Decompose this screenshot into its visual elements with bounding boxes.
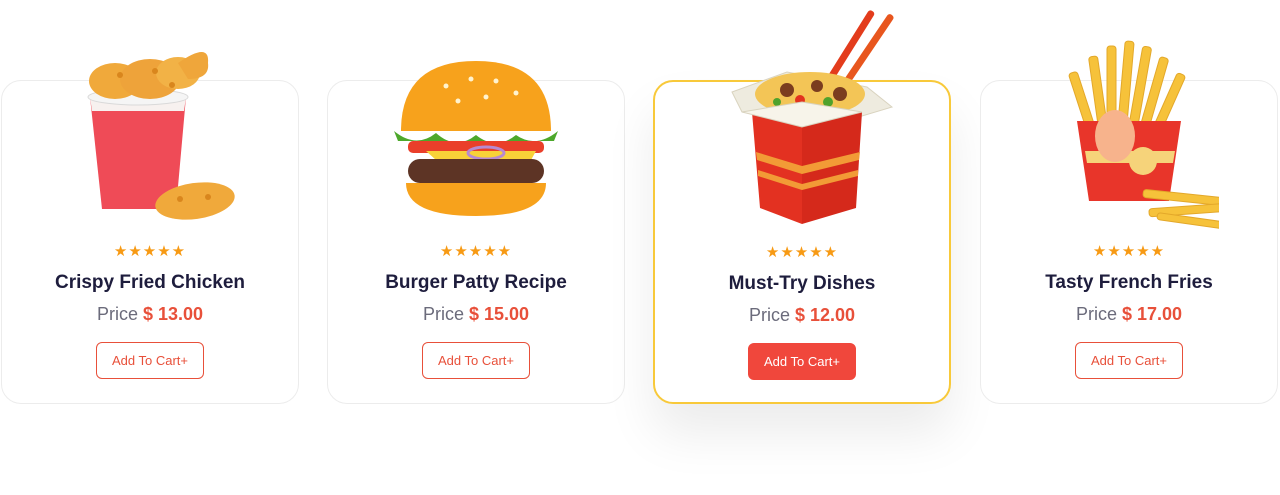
price-value: $ 15.00 [468, 304, 530, 324]
price-label: Price [748, 305, 790, 325]
product-card-active[interactable]: ★★★★★ Must-Try Dishes Price $ 12.00 Add … [653, 10, 951, 404]
product-card[interactable]: ★★★★★ Crispy Fried Chicken Price $ 13.00… [1, 52, 299, 404]
product-carousel: ★★★★★ Crispy Fried Chicken Price $ 13.00… [0, 0, 1280, 495]
burger-icon [328, 1, 624, 241]
price-value: $ 13.00 [142, 304, 204, 324]
price-label: Price [96, 304, 138, 324]
price-label: Price [422, 304, 464, 324]
add-to-cart-button[interactable]: Add To Cart+ [1075, 342, 1183, 379]
rating-stars: ★★★★★ [439, 243, 513, 260]
product-card[interactable]: ★★★★★ Burger Patty Recipe Price $ 15.00 … [327, 61, 625, 404]
product-title: Crispy Fried Chicken [54, 272, 246, 293]
price-value: $ 12.00 [794, 305, 856, 325]
price-label: Price [1075, 304, 1117, 324]
french-fries-icon [981, 1, 1277, 241]
add-to-cart-button[interactable]: Add To Cart+ [96, 342, 204, 379]
price-value: $ 17.00 [1121, 304, 1183, 324]
price-line: Price $ 13.00 [2, 302, 298, 326]
product-title: Tasty French Fries [1045, 272, 1213, 293]
rating-stars: ★★★★★ [1092, 243, 1166, 260]
price-line: Price $ 12.00 [655, 303, 949, 327]
add-to-cart-button[interactable]: Add To Cart+ [422, 342, 530, 379]
product-title: Burger Patty Recipe [385, 272, 567, 293]
price-line: Price $ 17.00 [981, 302, 1277, 326]
add-to-cart-button[interactable]: Add To Cart+ [748, 343, 856, 380]
rating-stars: ★★★★★ [113, 243, 187, 260]
product-card[interactable]: ★★★★★ Tasty French Fries Price $ 17.00 A… [980, 40, 1278, 404]
noodle-box-icon [655, 2, 949, 242]
product-title: Must-Try Dishes [728, 273, 876, 294]
fried-chicken-bucket-icon [2, 1, 298, 241]
price-line: Price $ 15.00 [328, 302, 624, 326]
rating-stars: ★★★★★ [765, 244, 839, 261]
